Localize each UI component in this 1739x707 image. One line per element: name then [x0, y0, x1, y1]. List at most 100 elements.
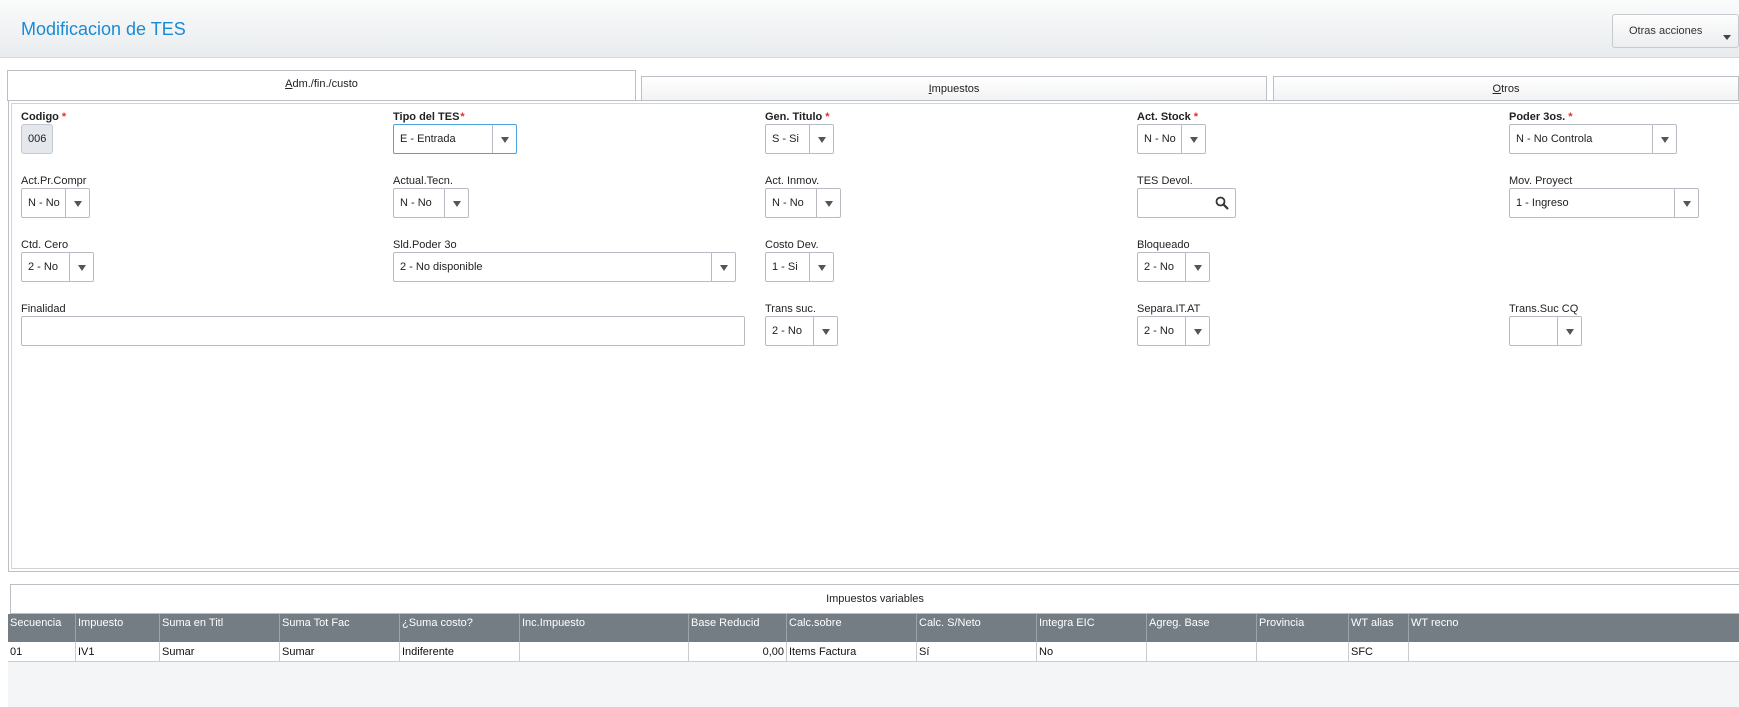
column-header[interactable]: Calc. S/Neto: [917, 614, 1037, 642]
table-cell: Indiferente: [400, 642, 520, 662]
tab-impuestos[interactable]: Impuestos: [641, 76, 1267, 101]
table-cell: [1257, 642, 1349, 662]
sld-poder-3o-value: 2 - No disponible: [400, 261, 483, 273]
table-cell: [1409, 642, 1739, 662]
finalidad-label: Finalidad: [21, 303, 66, 315]
costo-dev-label: Costo Dev.: [765, 239, 819, 251]
search-icon[interactable]: [1215, 196, 1229, 210]
act-pr-compr-value: N - No: [28, 197, 60, 209]
poder-3os-value: N - No Controla: [1516, 133, 1593, 145]
table-cell: No: [1037, 642, 1147, 662]
tes-devol-lookup[interactable]: [1137, 188, 1236, 218]
actual-tecn-label: Actual.Tecn.: [393, 175, 453, 187]
column-header[interactable]: WT alias: [1349, 614, 1409, 642]
tes-devol-label: TES Devol.: [1137, 175, 1193, 187]
page-title: Modificacion de TES: [21, 19, 186, 39]
dropdown-arrow-icon[interactable]: [492, 125, 516, 153]
sld-poder-3o-select[interactable]: 2 - No disponible: [393, 252, 736, 282]
dropdown-arrow-icon[interactable]: [1674, 189, 1698, 217]
costo-dev-value: 1 - Si: [772, 261, 798, 273]
table-row[interactable]: 01 IV1 Sumar Sumar Indiferente 0,00 Item…: [8, 642, 1739, 662]
table-cell: [520, 642, 689, 662]
dropdown-arrow-icon[interactable]: [1181, 125, 1205, 153]
codigo-label: Codigo *: [21, 111, 67, 123]
tab-label: dm./fin./custo: [292, 78, 358, 90]
separa-it-at-label: Separa.IT.AT: [1137, 303, 1201, 315]
column-header[interactable]: WT recno: [1409, 614, 1739, 642]
column-header[interactable]: ¿Suma costo?: [400, 614, 520, 642]
act-inmov-value: N - No: [772, 197, 804, 209]
act-inmov-label: Act. Inmov.: [765, 175, 820, 187]
dropdown-arrow-icon[interactable]: [813, 317, 837, 345]
separa-it-at-select[interactable]: 2 - No: [1137, 316, 1210, 346]
column-header[interactable]: Base Reducid: [689, 614, 787, 642]
column-header[interactable]: Inc.Impuesto: [520, 614, 689, 642]
act-stock-value: N - No: [1144, 133, 1176, 145]
separa-it-at-value: 2 - No: [1144, 325, 1174, 337]
dropdown-arrow-icon[interactable]: [69, 253, 93, 281]
bloqueado-value: 2 - No: [1144, 261, 1174, 273]
act-inmov-select[interactable]: N - No: [765, 188, 841, 218]
finalidad-input[interactable]: [21, 316, 745, 346]
bloqueado-label: Bloqueado: [1137, 239, 1190, 251]
table-cell: Items Factura: [787, 642, 917, 662]
dropdown-arrow-icon[interactable]: [65, 189, 89, 217]
sld-poder-3o-label: Sld.Poder 3o: [393, 239, 457, 251]
trans-suc-label: Trans suc.: [765, 303, 816, 315]
trans-suc-cq-select[interactable]: [1509, 316, 1582, 346]
poder-3os-label: Poder 3os. *: [1509, 111, 1573, 123]
column-header[interactable]: Suma Tot Fac: [280, 614, 400, 642]
tab-adm-fin-custo[interactable]: Adm./fin./custo: [7, 70, 636, 101]
dropdown-arrow-icon[interactable]: [1652, 125, 1676, 153]
act-pr-compr-label: Act.Pr.Compr: [21, 175, 87, 187]
act-pr-compr-select[interactable]: N - No: [21, 188, 90, 218]
table-cell: SFC: [1349, 642, 1409, 662]
grid-title: Impuestos variables: [10, 584, 1739, 614]
column-header[interactable]: Provincia: [1257, 614, 1349, 642]
column-header[interactable]: Secuencia: [8, 614, 76, 642]
poder-3os-select[interactable]: N - No Controla: [1509, 124, 1677, 154]
dropdown-arrow-icon[interactable]: [809, 253, 833, 281]
column-header[interactable]: Impuesto: [76, 614, 160, 642]
gen-titulo-value: S - Si: [772, 133, 799, 145]
column-header[interactable]: Suma en Titl: [160, 614, 280, 642]
tab-label-mnemonic: O: [1492, 83, 1502, 95]
tipo-tes-select[interactable]: E - Entrada: [393, 124, 517, 154]
other-actions-button[interactable]: Otras acciones: [1612, 14, 1739, 48]
actual-tecn-value: N - No: [400, 197, 432, 209]
dropdown-arrow-icon[interactable]: [444, 189, 468, 217]
act-stock-select[interactable]: N - No: [1137, 124, 1206, 154]
ctd-cero-select[interactable]: 2 - No: [21, 252, 94, 282]
table-cell: Sí: [917, 642, 1037, 662]
dropdown-arrow-icon[interactable]: [1185, 317, 1209, 345]
dropdown-arrow-icon[interactable]: [816, 189, 840, 217]
column-header[interactable]: Agreg. Base: [1147, 614, 1257, 642]
table-cell: Sumar: [160, 642, 280, 662]
tab-otros[interactable]: Otros: [1273, 76, 1739, 101]
dropdown-arrow-icon[interactable]: [1185, 253, 1209, 281]
actual-tecn-select[interactable]: N - No: [393, 188, 469, 218]
column-header[interactable]: Integra EIC: [1037, 614, 1147, 642]
dropdown-arrow-icon[interactable]: [809, 125, 833, 153]
gen-titulo-select[interactable]: S - Si: [765, 124, 834, 154]
table-cell: Sumar: [280, 642, 400, 662]
table-cell: 01: [8, 642, 76, 662]
dropdown-arrow-icon[interactable]: [711, 253, 735, 281]
dropdown-arrow-icon[interactable]: [1557, 317, 1581, 345]
gen-titulo-label: Gen. Titulo *: [765, 111, 830, 123]
bloqueado-select[interactable]: 2 - No: [1137, 252, 1210, 282]
table-cell: IV1: [76, 642, 160, 662]
costo-dev-select[interactable]: 1 - Si: [765, 252, 834, 282]
page-header: Modificacion de TES Otras acciones: [0, 0, 1739, 58]
grid-header: Secuencia Impuesto Suma en Titl Suma Tot…: [8, 614, 1739, 642]
codigo-field[interactable]: 006: [21, 124, 53, 154]
grid-empty-area: [8, 662, 1739, 707]
tipo-tes-value: E - Entrada: [400, 133, 456, 145]
chevron-down-icon: [1723, 35, 1731, 40]
trans-suc-select[interactable]: 2 - No: [765, 316, 838, 346]
mov-proyect-label: Mov. Proyect: [1509, 175, 1573, 187]
tab-label: tros: [1501, 83, 1520, 95]
mov-proyect-select[interactable]: 1 - Ingreso: [1509, 188, 1699, 218]
tab-label: mpuestos: [931, 83, 980, 95]
column-header[interactable]: Calc.sobre: [787, 614, 917, 642]
